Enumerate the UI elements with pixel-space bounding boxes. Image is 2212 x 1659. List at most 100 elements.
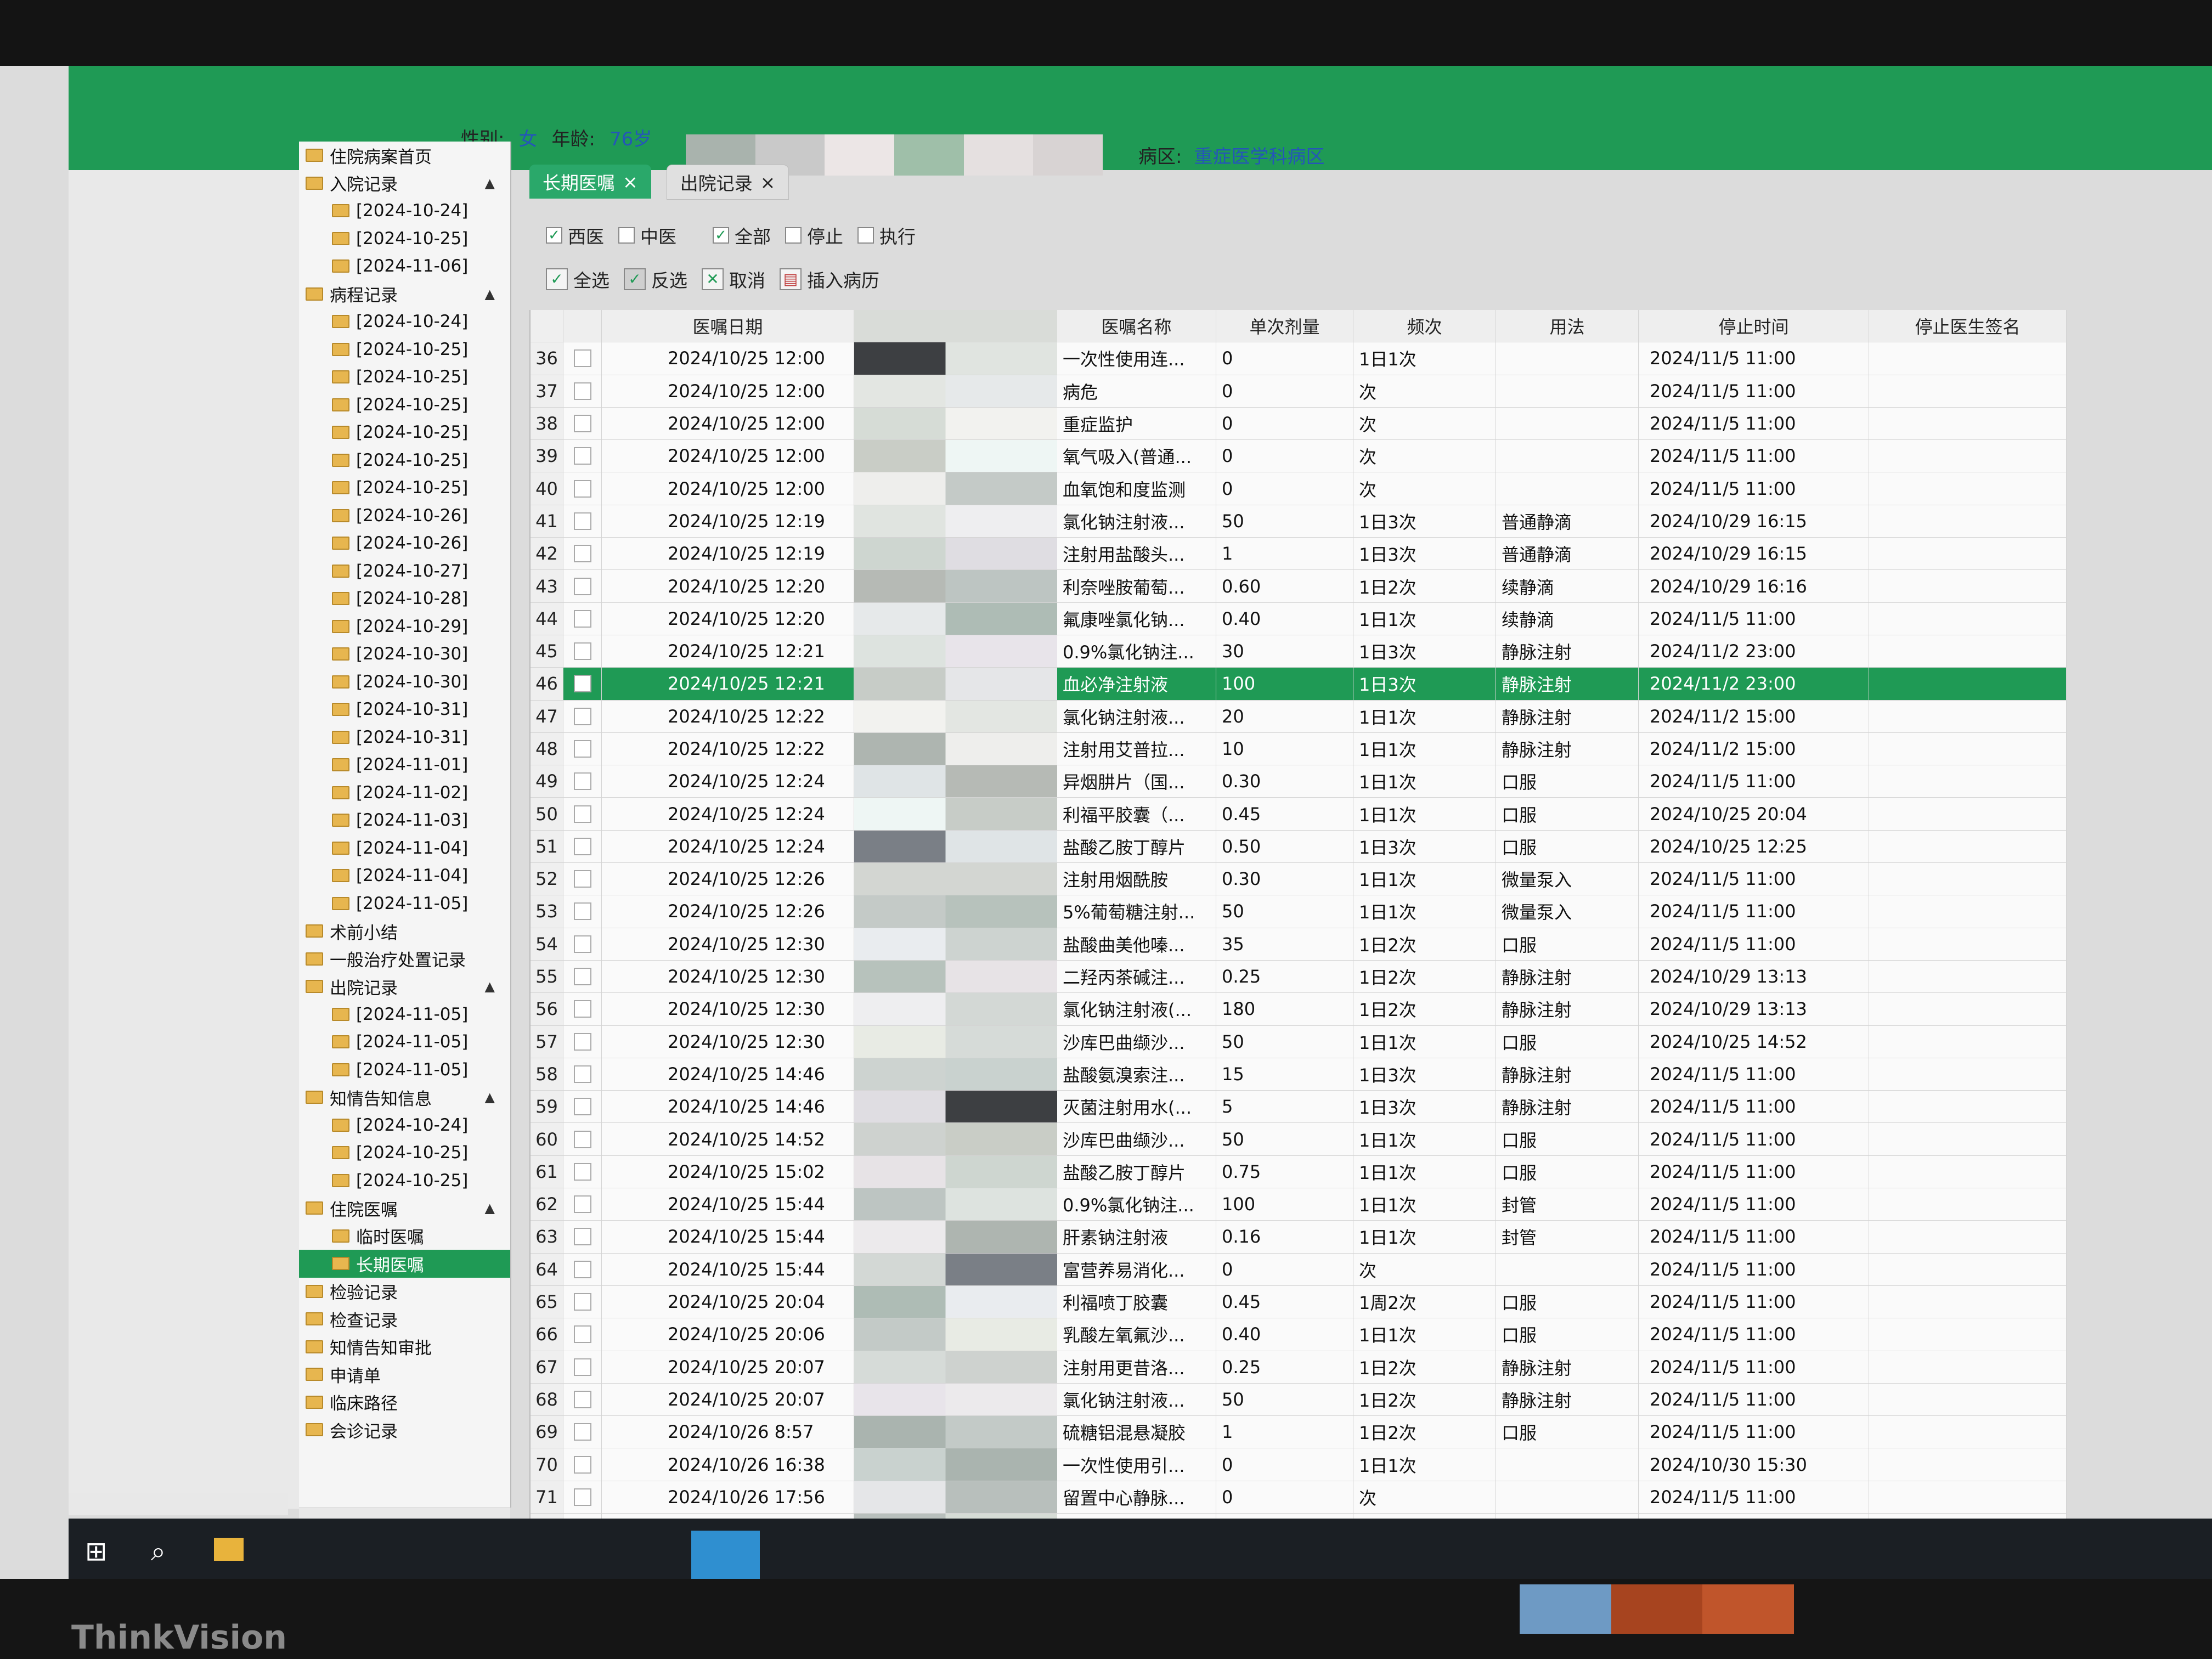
tree-child-item[interactable]: [2024-10-24]: [299, 308, 510, 336]
table-row[interactable]: 61 2024/10/25 15:02 盐酸乙胺丁醇片 0.75 1日1次 口服 2024/…: [531, 1155, 2067, 1189]
tree-child-item[interactable]: [2024-10-25]: [299, 363, 510, 391]
table-row[interactable]: 50 2024/10/25 12:24 利福平胶囊（... 0.45 1日1次 口服 202…: [531, 798, 2067, 831]
row-checkbox[interactable]: [573, 1228, 591, 1246]
header-freq[interactable]: 频次: [1353, 310, 1496, 342]
table-row[interactable]: 70 2024/10/26 16:38 一次性使用引... 0 1日1次 2024/10/…: [531, 1448, 2067, 1481]
table-row[interactable]: 54 2024/10/25 12:30 盐酸曲美他嗪... 35 1日2次 口服 2024/…: [531, 928, 2067, 961]
header-name[interactable]: 医嘱名称: [1057, 310, 1216, 342]
table-row[interactable]: 41 2024/10/25 12:19 氯化钠注射液... 50 1日3次 普通静滴 202…: [531, 505, 2067, 538]
tree-child-item[interactable]: [2024-10-31]: [299, 724, 510, 752]
tree-child-item[interactable]: [2024-11-02]: [299, 779, 510, 807]
table-row[interactable]: 52 2024/10/25 12:26 注射用烟酰胺 0.30 1日1次 微量泵入 2024…: [531, 863, 2067, 896]
row-checkbox[interactable]: [573, 968, 591, 986]
table-row[interactable]: 36 2024/10/25 12:00 一次性使用连... 0 1日1次 2024/11/…: [531, 342, 2067, 375]
row-checkbox[interactable]: [573, 415, 591, 433]
table-row[interactable]: 51 2024/10/25 12:24 盐酸乙胺丁醇片 0.50 1日3次 口服 2024/…: [531, 830, 2067, 864]
table-row[interactable]: 63 2024/10/25 15:44 肝素钠注射液 0.16 1日1次 封管 2024/1…: [531, 1221, 2067, 1254]
header-date[interactable]: 医嘱日期: [602, 310, 854, 342]
table-row[interactable]: 47 2024/10/25 12:22 氯化钠注射液... 20 1日1次 静脉注射 202…: [531, 700, 2067, 733]
row-checkbox[interactable]: [573, 1163, 591, 1181]
row-checkbox[interactable]: [573, 1195, 591, 1214]
tree-folder-item[interactable]: 临床路径: [299, 1389, 510, 1417]
row-checkbox[interactable]: [573, 512, 591, 530]
tree-folder-item[interactable]: 病程记录 ▲: [299, 280, 510, 308]
row-checkbox[interactable]: [573, 805, 591, 823]
tree-child-item[interactable]: [2024-11-05]: [299, 1001, 510, 1029]
row-checkbox[interactable]: [573, 1032, 591, 1051]
close-icon[interactable]: ×: [623, 171, 638, 193]
tree-child-item[interactable]: [2024-10-25]: [299, 474, 510, 502]
row-checkbox[interactable]: [573, 1358, 591, 1376]
table-row[interactable]: 40 2024/10/25 12:00 血氧饱和度监测 0 次 2024/11/5 11:…: [531, 472, 2067, 505]
row-checkbox[interactable]: [573, 1130, 591, 1148]
collapse-caret-icon[interactable]: ▲: [485, 286, 495, 302]
row-checkbox[interactable]: [573, 837, 591, 855]
tree-child-item[interactable]: [2024-11-04]: [299, 862, 510, 890]
tree-child-item[interactable]: [2024-10-25]: [299, 419, 510, 447]
tree-child-item[interactable]: [2024-10-27]: [299, 557, 510, 585]
invert-selection-button[interactable]: ✓ 反选: [624, 266, 687, 292]
row-checkbox[interactable]: [573, 935, 591, 953]
row-checkbox[interactable]: [573, 1000, 591, 1018]
cancel-button[interactable]: ✕ 取消: [702, 266, 765, 292]
tree-folder-item[interactable]: 检验记录: [299, 1278, 510, 1306]
header-usage[interactable]: 用法: [1496, 310, 1639, 342]
row-checkbox[interactable]: [573, 1260, 591, 1278]
row-checkbox[interactable]: [573, 382, 591, 400]
insert-record-button[interactable]: ▤ 插入病历: [780, 266, 879, 292]
table-row[interactable]: 46 2024/10/25 12:21 血必净注射液 100 1日3次 静脉注射 2024/…: [531, 668, 2067, 701]
tree-folder-item[interactable]: 申请单: [299, 1361, 510, 1389]
tree-child-item[interactable]: [2024-10-26]: [299, 502, 510, 530]
tree-folder-item[interactable]: 检查记录: [299, 1305, 510, 1333]
table-row[interactable]: 58 2024/10/25 14:46 盐酸氨溴索注... 15 1日3次 静脉注射 202…: [531, 1058, 2067, 1091]
close-icon[interactable]: ×: [760, 172, 776, 193]
ward-value[interactable]: 重症医学科病区: [1194, 142, 1324, 168]
row-checkbox[interactable]: [573, 675, 591, 693]
row-checkbox[interactable]: [573, 707, 591, 725]
tree-child-item[interactable]: [2024-10-25]: [299, 447, 510, 475]
collapse-caret-icon[interactable]: ▲: [485, 176, 495, 191]
tab-discharge-record[interactable]: 出院记录 ×: [666, 165, 789, 200]
tree-folder-item[interactable]: 会诊记录: [299, 1416, 510, 1444]
row-checkbox[interactable]: [573, 1325, 591, 1344]
collapse-caret-icon[interactable]: ▲: [485, 1200, 495, 1216]
header-dose[interactable]: 单次剂量: [1216, 310, 1353, 342]
tree-child-item[interactable]: [2024-11-01]: [299, 751, 510, 779]
select-all-button[interactable]: ✓ 全选: [546, 266, 610, 292]
tree-child-item[interactable]: [2024-11-05]: [299, 890, 510, 918]
tab-long-term-orders[interactable]: 长期医嘱 ×: [529, 165, 651, 199]
tree-folder-item[interactable]: 一般治疗处置记录: [299, 945, 510, 973]
all-checkbox[interactable]: ✓ 全部: [713, 222, 771, 249]
tree-folder-item[interactable]: 出院记录 ▲: [299, 973, 510, 1001]
row-checkbox[interactable]: [573, 545, 591, 563]
windows-start-icon[interactable]: ⊞: [85, 1536, 107, 1567]
table-row[interactable]: 53 2024/10/25 12:26 5%葡萄糖注射... 50 1日1次 微量泵入 20…: [531, 895, 2067, 928]
tree-folder-item[interactable]: 知情告知审批: [299, 1333, 510, 1361]
table-row[interactable]: 37 2024/10/25 12:00 病危 0 次 2024/11/5 11:00: [531, 375, 2067, 408]
taskbar-app-icon[interactable]: [691, 1531, 760, 1579]
tree-child-item[interactable]: [2024-11-05]: [299, 1028, 510, 1056]
row-checkbox[interactable]: [573, 447, 591, 465]
row-checkbox[interactable]: [573, 1455, 591, 1474]
tree-child-item[interactable]: [2024-10-25]: [299, 336, 510, 364]
row-checkbox[interactable]: [573, 1293, 591, 1311]
tree-child-item[interactable]: [2024-11-03]: [299, 806, 510, 834]
table-row[interactable]: 48 2024/10/25 12:22 注射用艾普拉... 10 1日1次 静脉注射 202…: [531, 732, 2067, 766]
row-checkbox[interactable]: [573, 642, 591, 661]
row-checkbox[interactable]: [573, 1098, 591, 1116]
header-stop-time[interactable]: 停止时间: [1639, 310, 1869, 342]
table-row[interactable]: 49 2024/10/25 12:24 异烟肼片（国... 0.30 1日1次 口服 202…: [531, 765, 2067, 798]
row-checkbox[interactable]: [573, 349, 591, 368]
tree-folder-item[interactable]: 术前小结: [299, 917, 510, 945]
tree-child-item[interactable]: [2024-10-26]: [299, 529, 510, 557]
table-row[interactable]: 66 2024/10/25 20:06 乳酸左氧氟沙... 0.40 1日1次 口服 202…: [531, 1318, 2067, 1351]
row-checkbox[interactable]: [573, 577, 591, 595]
table-row[interactable]: 64 2024/10/25 15:44 富营养易消化... 0 次 2024/11/5 1…: [531, 1253, 2067, 1286]
table-row[interactable]: 44 2024/10/25 12:20 氟康唑氯化钠... 0.40 1日1次 续静滴 20…: [531, 602, 2067, 635]
tree-child-item[interactable]: [2024-10-25]: [299, 225, 510, 253]
tree-child-item[interactable]: [2024-10-25]: [299, 391, 510, 419]
tree-child-item[interactable]: [2024-10-25]: [299, 1167, 510, 1195]
table-row[interactable]: 57 2024/10/25 12:30 沙库巴曲缬沙... 50 1日1次 口服 2024/…: [531, 1025, 2067, 1058]
table-row[interactable]: 55 2024/10/25 12:30 二羟丙茶碱注... 0.25 1日2次 静脉注射 2…: [531, 960, 2067, 994]
tree-folder-item[interactable]: 知情告知信息 ▲: [299, 1084, 510, 1111]
